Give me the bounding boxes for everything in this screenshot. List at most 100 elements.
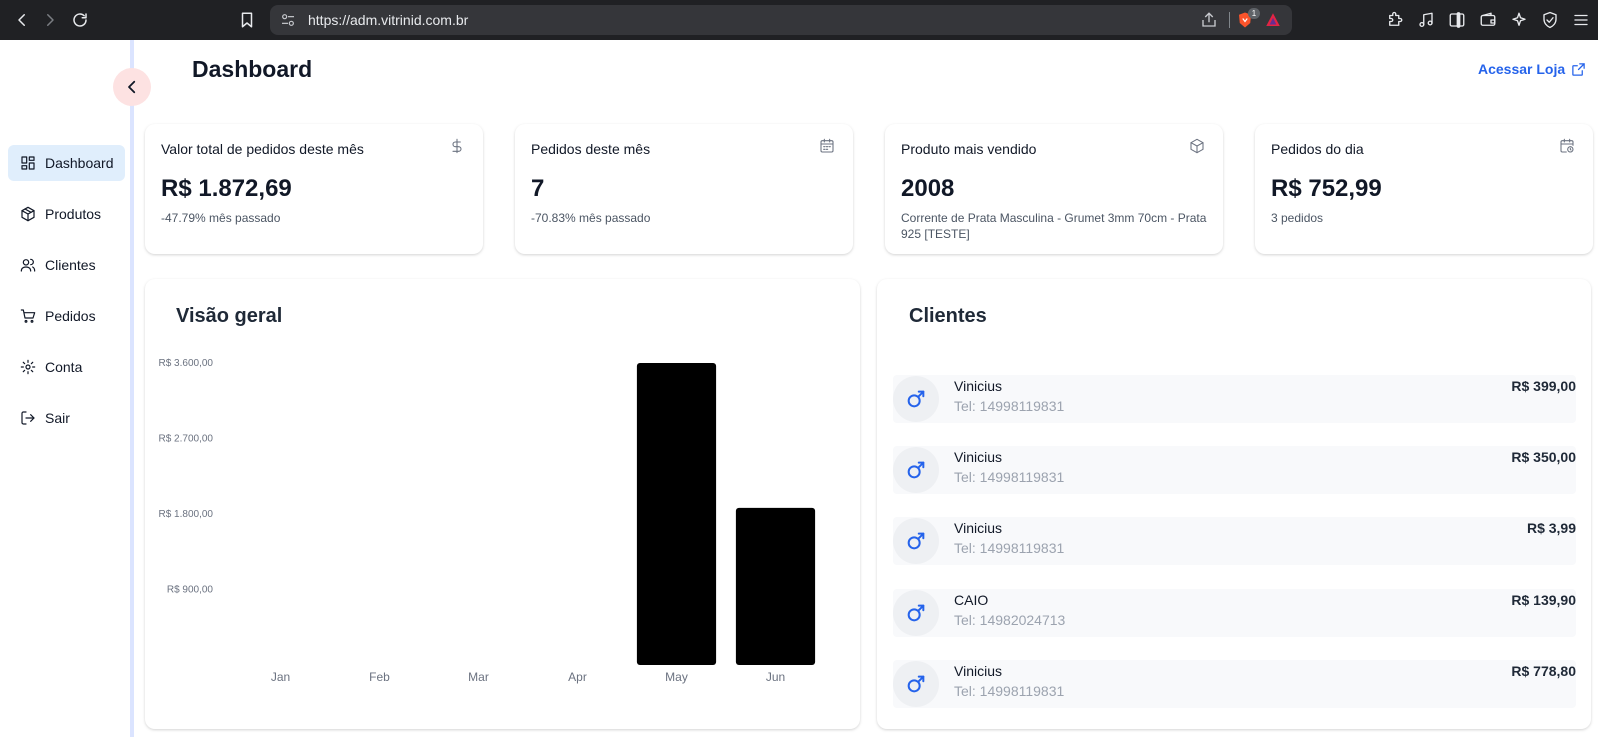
stat-title: Produto mais vendido (901, 141, 1037, 157)
x-axis-tick-label: Jan (271, 670, 290, 684)
client-phone: Tel: 14998119831 (954, 683, 1065, 699)
browser-toolbar: https://adm.vitrinid.com.br 1 (0, 0, 1598, 40)
stat-card-monthly-total: Valor total de pedidos deste mês R$ 1.87… (145, 124, 483, 254)
cart-icon (20, 309, 36, 323)
overview-bar-chart: R$ 900,00 R$ 1.800,00 R$ 2.700,00 R$ 3.600,… (159, 358, 816, 684)
music-icon[interactable] (1416, 10, 1436, 30)
sidebar-item-clientes[interactable]: Clientes (8, 247, 125, 283)
shield-count-badge: 1 (1248, 8, 1260, 19)
sidebar-item-conta[interactable]: Conta (8, 349, 125, 385)
sidebar-border (130, 40, 134, 737)
brave-rewards-icon[interactable] (1264, 11, 1282, 29)
stat-card-daily-orders: Pedidos do dia R$ 752,99 3 pedidos (1255, 124, 1593, 254)
bookmark-icon[interactable] (235, 8, 259, 32)
page-title: Dashboard (192, 56, 313, 82)
stat-subtext: Corrente de Prata Masculina - Grumet 3mm… (901, 211, 1207, 241)
y-axis-tick-label: R$ 1.800,00 (159, 509, 214, 520)
vpn-icon[interactable] (1540, 10, 1560, 30)
puzzle-icon[interactable] (1385, 10, 1405, 30)
clients-card: Clientes Vinicius Tel: 14998119831 R$ 39… (877, 279, 1591, 729)
stat-value: R$ 1.872,69 (161, 175, 292, 202)
menu-icon[interactable] (1571, 10, 1591, 30)
client-phone: Tel: 14998119831 (954, 398, 1065, 414)
calendar-clock-icon (1559, 138, 1575, 154)
client-phone: Tel: 14998119831 (954, 469, 1065, 485)
bar-may[interactable] (636, 363, 717, 665)
client-name: Vinicius (954, 520, 1002, 536)
male-icon (893, 518, 939, 564)
package-icon (21, 206, 35, 222)
stat-card-top-product: Produto mais vendido 2008 Corrente de Pr… (885, 124, 1223, 254)
stat-title: Pedidos deste mês (531, 141, 651, 157)
x-axis-tick-label: Apr (568, 670, 587, 684)
clients-title: Clientes (909, 305, 987, 327)
client-row[interactable]: Vinicius Tel: 14998119831 R$ 399,00 (893, 375, 1576, 423)
stat-subtext: 3 pedidos (1271, 211, 1324, 225)
client-name: Vinicius (954, 378, 1002, 394)
back-button[interactable] (10, 8, 34, 32)
male-icon (893, 447, 939, 493)
client-row[interactable]: Vinicius Tel: 14998119831 R$ 3,99 (893, 517, 1576, 565)
sidebar-item-label: Sair (45, 410, 70, 426)
bar-jun[interactable] (735, 507, 816, 665)
overview-chart-card: Visão geral R$ 900,00 R$ 1.800,00 R$ 2.700… (145, 279, 860, 729)
forward-button[interactable] (38, 8, 62, 32)
stat-card-monthly-orders: Pedidos deste mês 7 -70.83% mês passado (515, 124, 853, 254)
client-phone: Tel: 14982024713 (954, 612, 1066, 628)
sidebar-item-sair[interactable]: Sair (8, 400, 125, 436)
client-row[interactable]: Vinicius Tel: 14998119831 R$ 350,00 (893, 446, 1576, 494)
access-store-link[interactable]: Acessar Loja (1478, 61, 1586, 77)
x-axis-tick-label: May (665, 670, 688, 684)
stat-value: R$ 752,99 (1271, 175, 1382, 202)
sidebar-item-label: Conta (45, 359, 83, 375)
sidebar-item-label: Clientes (45, 257, 96, 273)
y-axis-tick-label: R$ 3.600,00 (159, 358, 214, 369)
address-bar[interactable]: https://adm.vitrinid.com.br 1 (270, 5, 1292, 35)
y-axis-tick-label: R$ 2.700,00 (159, 434, 214, 445)
client-row[interactable]: Vinicius Tel: 14998119831 R$ 778,80 (893, 660, 1576, 708)
sidebar-item-label: Dashboard (45, 155, 114, 171)
client-row[interactable]: CAIO Tel: 14982024713 R$ 139,90 (893, 589, 1576, 637)
stat-value: 7 (531, 175, 545, 202)
client-name: CAIO (954, 592, 989, 608)
stat-title: Pedidos do dia (1271, 141, 1364, 157)
client-phone: Tel: 14998119831 (954, 540, 1065, 556)
dashboard-icon (21, 156, 35, 170)
y-axis-tick-label: R$ 900,00 (167, 585, 214, 596)
leo-ai-icon[interactable] (1509, 10, 1529, 30)
share-icon[interactable] (1200, 11, 1218, 29)
stat-value: 2008 (901, 175, 955, 202)
stat-title: Valor total de pedidos deste mês (161, 141, 364, 157)
client-name: Vinicius (954, 449, 1002, 465)
sidebar-item-produtos[interactable]: Produtos (8, 196, 125, 232)
sidebar-item-pedidos[interactable]: Pedidos (8, 298, 125, 334)
site-settings-icon[interactable] (280, 12, 296, 28)
users-icon (20, 258, 36, 272)
url-text[interactable]: https://adm.vitrinid.com.br (308, 12, 468, 28)
x-axis-tick-label: Jun (766, 670, 785, 684)
client-amount: R$ 350,00 (1511, 449, 1576, 465)
reload-button[interactable] (68, 8, 92, 32)
chevron-left-icon (128, 80, 136, 94)
external-link-icon (1572, 62, 1585, 76)
x-axis-tick-label: Mar (468, 670, 489, 684)
client-amount: R$ 139,90 (1511, 592, 1576, 608)
stat-subtext: -70.83% mês passado (531, 211, 651, 225)
sidebar-toggle-icon[interactable] (1447, 10, 1467, 30)
sidebar-item-dashboard[interactable]: Dashboard (8, 145, 125, 181)
wallet-icon[interactable] (1478, 10, 1498, 30)
toolbar-divider (1229, 12, 1230, 28)
client-amount: R$ 3,99 (1526, 520, 1576, 536)
sidebar-item-label: Pedidos (45, 308, 96, 324)
gear-icon (20, 359, 36, 375)
male-icon (893, 590, 939, 636)
box-icon (1189, 138, 1205, 154)
client-amount: R$ 399,00 (1511, 378, 1576, 394)
male-icon (893, 376, 939, 422)
stat-subtext: -47.79% mês passado (161, 211, 281, 225)
logout-icon (21, 411, 35, 425)
collapse-sidebar-button[interactable] (113, 68, 151, 106)
sidebar-item-label: Produtos (45, 206, 102, 222)
calendar-icon (819, 138, 835, 154)
access-store-label[interactable]: Acessar Loja (1478, 61, 1565, 77)
